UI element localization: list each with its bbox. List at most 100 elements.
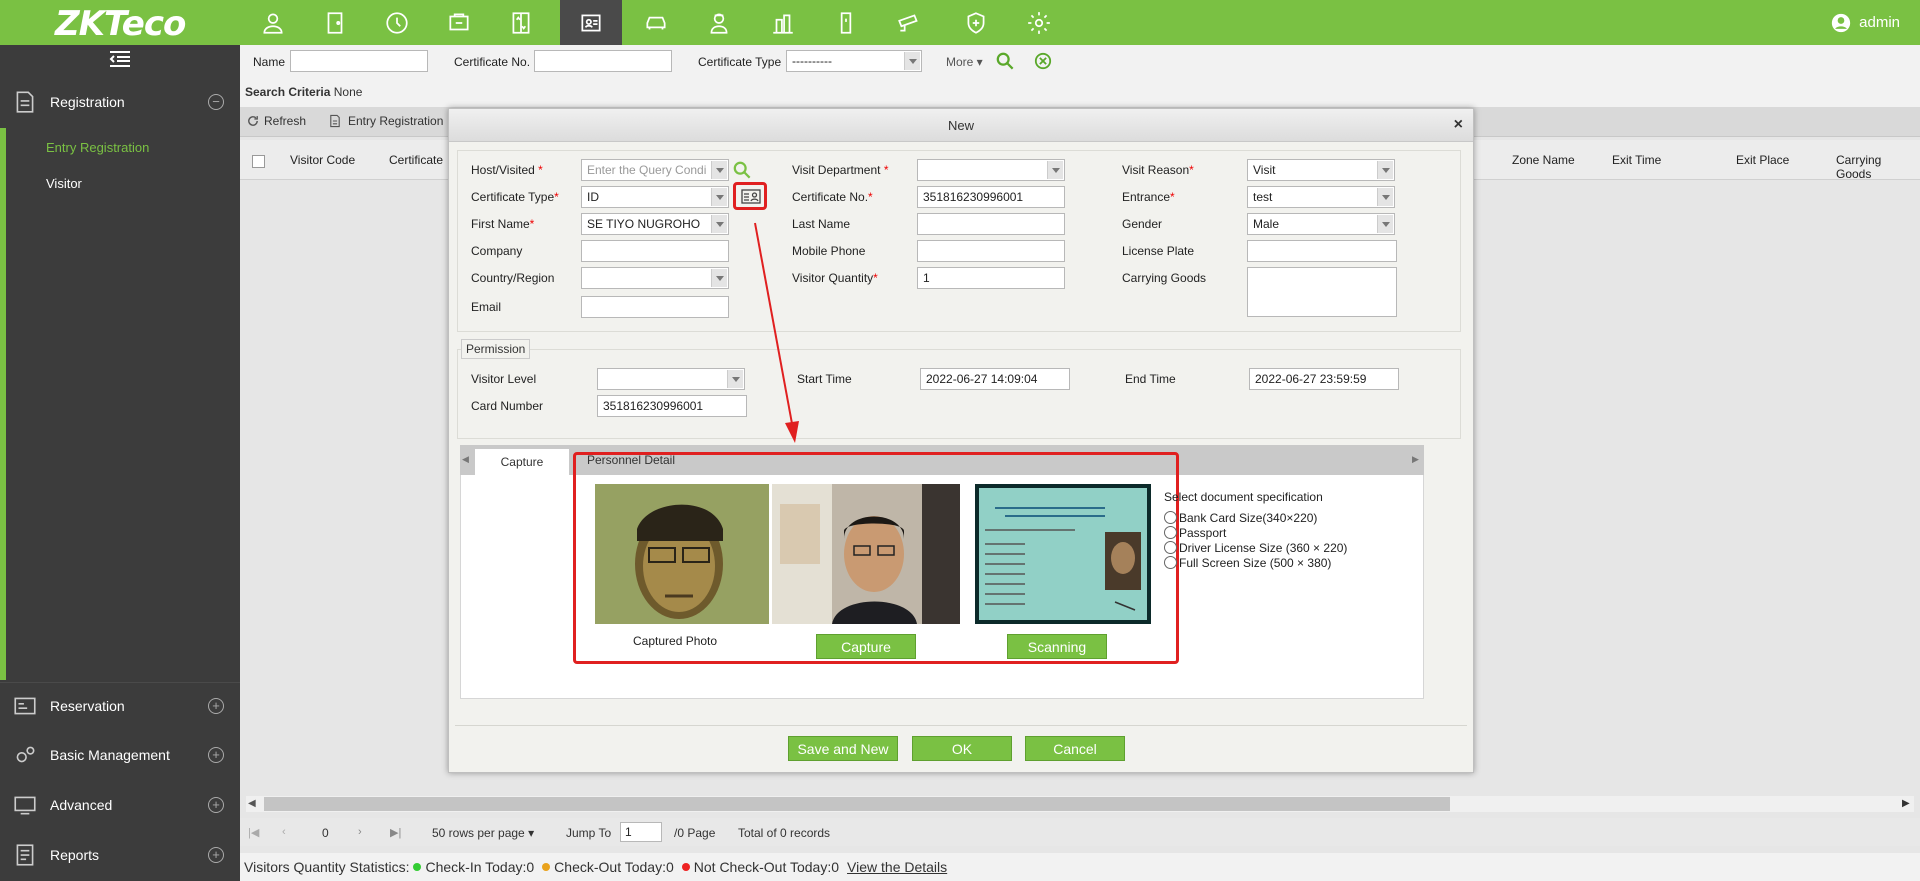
visit-reason-value: Visit [1253, 163, 1276, 177]
country-select[interactable] [581, 267, 729, 289]
camera-nav-icon[interactable] [878, 0, 940, 45]
start-time-input[interactable]: 2022-06-27 14:09:04 [920, 368, 1070, 390]
first-page-icon[interactable]: |◀ [248, 826, 259, 839]
scrollbar-thumb[interactable] [264, 797, 1450, 811]
card-number-label: Card Number [471, 399, 544, 413]
clear-icon[interactable] [1034, 52, 1052, 70]
more-button[interactable]: More ▾ [946, 55, 983, 69]
sidebar-section-reports[interactable]: Reports + [0, 832, 240, 878]
user-menu[interactable]: admin [1831, 0, 1900, 45]
tab-scroll-left-icon[interactable]: ◀ [462, 454, 469, 465]
entrance-select[interactable]: test [1247, 186, 1395, 208]
first-name-input[interactable]: SE TIYO NUGROHO [581, 213, 729, 235]
sidebar-section-reservation[interactable]: Reservation + [0, 682, 240, 728]
mobile-input[interactable] [917, 240, 1065, 262]
clock-nav-icon[interactable] [366, 0, 428, 45]
visitor-level-select[interactable] [597, 368, 745, 390]
search-icon[interactable] [996, 52, 1014, 70]
column-header[interactable]: Visitor Code [290, 153, 355, 167]
close-icon[interactable]: × [1454, 116, 1463, 134]
personnel-nav-icon[interactable] [242, 0, 304, 45]
next-page-icon[interactable]: › [358, 826, 362, 838]
last-name-input[interactable] [917, 213, 1065, 235]
last-page-icon[interactable]: ▶| [390, 826, 401, 839]
cert-no-search-input[interactable] [534, 50, 672, 72]
goods-textarea[interactable] [1247, 267, 1397, 317]
column-header[interactable]: Certificate [389, 153, 443, 167]
reservation-icon [14, 697, 36, 714]
cancel-button[interactable]: Cancel [1025, 736, 1125, 761]
page-total: /0 Page [674, 826, 716, 840]
visitor-qty-input[interactable]: 1 [917, 267, 1065, 289]
column-header[interactable]: Exit Place [1736, 153, 1789, 167]
view-details-link[interactable]: View the Details [847, 859, 947, 875]
spec-option-bank-card[interactable]: Bank Card Size(340×220) [1164, 511, 1317, 525]
collapse-icon[interactable]: − [208, 94, 224, 110]
radio-button[interactable] [1164, 541, 1177, 554]
prev-page-icon[interactable]: ‹ [282, 826, 286, 838]
visitor-nav-icon[interactable] [560, 0, 622, 45]
elevator-nav-icon[interactable] [490, 0, 552, 45]
name-search-input[interactable] [290, 50, 428, 72]
cert-no-input[interactable]: 351816230996001 [917, 186, 1065, 208]
sidebar-section-registration[interactable]: Registration − [0, 79, 240, 125]
expand-icon[interactable]: + [208, 797, 224, 813]
select-all-checkbox[interactable] [252, 155, 265, 168]
sidebar-item-visitor[interactable]: Visitor [46, 176, 82, 191]
parking-nav-icon[interactable] [625, 0, 687, 45]
shield-nav-icon[interactable] [945, 0, 1007, 45]
column-header[interactable]: Zone Name [1512, 153, 1575, 167]
spec-option-passport[interactable]: Passport [1164, 526, 1226, 540]
rows-per-page-select[interactable]: 50 rows per page ▾ [432, 826, 534, 840]
scroll-right-icon[interactable]: ▶ [1902, 798, 1910, 809]
host-label-text: Host/Visited [471, 163, 535, 177]
patrol-nav-icon[interactable] [688, 0, 750, 45]
radio-button[interactable] [1164, 556, 1177, 569]
scroll-left-icon[interactable]: ◀ [248, 798, 256, 809]
visit-reason-select[interactable]: Visit [1247, 159, 1395, 181]
email-input[interactable] [581, 296, 729, 318]
expand-icon[interactable]: + [208, 697, 224, 714]
tab-capture[interactable]: Capture [475, 449, 569, 475]
radio-button[interactable] [1164, 526, 1177, 539]
visit-dept-select[interactable] [917, 159, 1065, 181]
save-and-new-button[interactable]: Save and New [788, 736, 898, 761]
sidebar-section-basic-management[interactable]: Basic Management + [0, 732, 240, 778]
sidebar-collapse-icon[interactable] [0, 45, 240, 73]
cert-type-select[interactable]: ID [581, 186, 729, 208]
id-card-reader-icon[interactable] [741, 189, 761, 204]
card-number-input[interactable]: 351816230996001 [597, 395, 747, 417]
attendance-nav-icon[interactable] [428, 0, 490, 45]
gender-select[interactable]: Male [1247, 213, 1395, 235]
jump-to-input[interactable]: 1 [620, 822, 662, 842]
door-nav-icon[interactable] [304, 0, 366, 45]
entry-registration-button[interactable]: Entry Registration [328, 114, 443, 128]
column-header[interactable]: Exit Time [1612, 153, 1661, 167]
gear-nav-icon[interactable] [1008, 0, 1070, 45]
company-input[interactable] [581, 240, 729, 262]
end-time-input[interactable]: 2022-06-27 23:59:59 [1249, 368, 1399, 390]
sidebar-section-advanced[interactable]: Advanced + [0, 782, 240, 828]
entrance-value: test [1253, 190, 1273, 204]
host-search-icon[interactable] [733, 161, 751, 179]
host-placeholder: Enter the Query Condi [587, 163, 707, 177]
license-input[interactable] [1247, 240, 1397, 262]
expand-icon[interactable]: + [208, 847, 224, 863]
refresh-button[interactable]: Refresh [246, 114, 306, 128]
radio-button[interactable] [1164, 511, 1177, 524]
spec-option-driver-license[interactable]: Driver License Size (360 × 220) [1164, 541, 1347, 555]
locker-nav-icon[interactable] [815, 0, 877, 45]
cert-type-select[interactable]: ---------- [786, 50, 922, 72]
chevron-down-icon [711, 215, 727, 233]
spec-option-full-screen[interactable]: Full Screen Size (500 × 380) [1164, 556, 1331, 570]
host-input[interactable]: Enter the Query Condi [581, 159, 729, 181]
chevron-down-icon [711, 269, 727, 287]
expand-icon[interactable]: + [208, 747, 224, 763]
column-header[interactable]: Carrying Goods [1836, 153, 1920, 181]
gears-icon [16, 746, 35, 763]
ok-button[interactable]: OK [912, 736, 1012, 761]
tab-scroll-right-icon[interactable]: ▶ [1412, 454, 1419, 465]
first-name-label-text: First Name [471, 217, 530, 231]
sidebar-item-entry-registration[interactable]: Entry Registration [46, 140, 149, 155]
building-nav-icon[interactable] [752, 0, 814, 45]
